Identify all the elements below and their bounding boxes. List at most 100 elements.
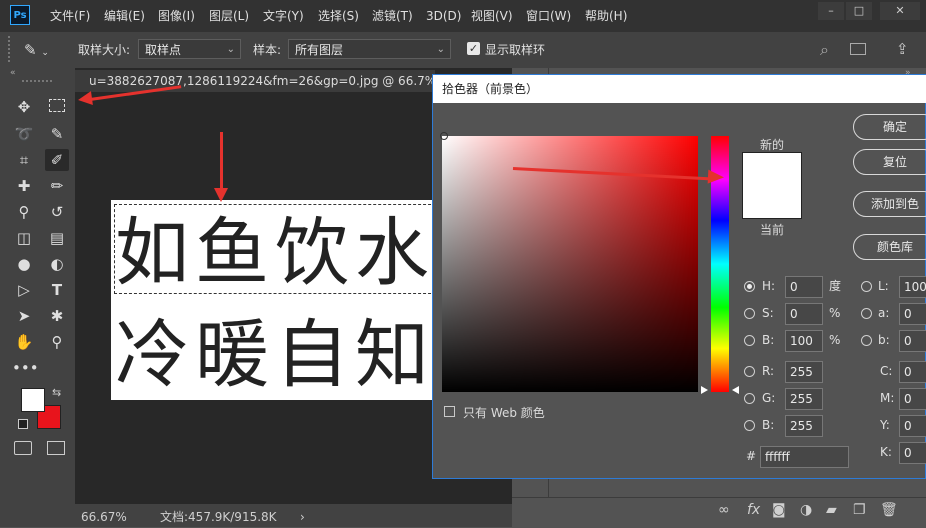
magenta-input[interactable]: 0 bbox=[899, 388, 926, 410]
sample-size-label: 取样大小: bbox=[78, 43, 131, 57]
more-tools-icon[interactable]: ••• bbox=[12, 357, 39, 379]
red-radio[interactable] bbox=[744, 366, 755, 377]
menu-item[interactable]: 视图(V) bbox=[471, 0, 513, 32]
lab-l-radio[interactable] bbox=[861, 281, 872, 292]
workspace-icon[interactable] bbox=[850, 43, 866, 55]
pen-tool-icon[interactable]: ▷ bbox=[12, 279, 36, 301]
brush-tool-icon[interactable]: ✏ bbox=[45, 175, 69, 197]
blue-input[interactable]: 255 bbox=[785, 415, 823, 437]
menu-item[interactable]: 滤镜(T) bbox=[372, 0, 413, 32]
eyedropper-preset-icon[interactable]: ✎ ⌄ bbox=[24, 39, 60, 61]
status-menu-arrow-icon[interactable]: › bbox=[300, 507, 305, 527]
lab-b-radio[interactable] bbox=[861, 335, 872, 346]
saturation-input[interactable]: 0 bbox=[785, 303, 823, 325]
delete-layer-icon[interactable]: 🗑 bbox=[880, 502, 898, 518]
zoom-level[interactable]: 66.67% bbox=[81, 507, 127, 527]
dodge-tool-icon[interactable]: ◐ bbox=[45, 253, 69, 275]
foreground-color-swatch[interactable] bbox=[21, 388, 45, 412]
yellow-input[interactable]: 0 bbox=[899, 415, 926, 437]
lab-b-label: b: bbox=[878, 333, 890, 347]
menu-item[interactable]: 3D(D) bbox=[426, 0, 461, 32]
maximize-button[interactable]: □ bbox=[846, 2, 872, 20]
hex-input[interactable]: ffffff bbox=[760, 446, 849, 468]
layer-mask-icon[interactable]: ◙ bbox=[772, 502, 786, 518]
menu-item[interactable]: 文件(F) bbox=[50, 0, 90, 32]
menu-item[interactable]: 窗口(W) bbox=[526, 0, 571, 32]
brightness-radio[interactable] bbox=[744, 335, 755, 346]
options-grip[interactable] bbox=[8, 36, 13, 62]
crop-tool-icon[interactable]: ⌗ bbox=[12, 149, 36, 171]
close-button[interactable]: ✕ bbox=[880, 2, 920, 20]
swap-colors-icon[interactable]: ⇆ bbox=[52, 386, 61, 399]
new-group-icon[interactable]: ▰ bbox=[826, 502, 837, 518]
menu-item[interactable]: 帮助(H) bbox=[585, 0, 627, 32]
clone-stamp-tool-icon[interactable]: ⚲ bbox=[12, 201, 36, 223]
path-selection-tool-icon[interactable]: ➤ bbox=[12, 305, 36, 327]
lab-l-input[interactable]: 100 bbox=[899, 276, 926, 298]
add-to-swatches-button[interactable]: 添加到色 bbox=[853, 191, 926, 217]
new-layer-icon[interactable]: ❐ bbox=[853, 502, 866, 518]
default-colors-icon[interactable] bbox=[18, 419, 28, 429]
hue-radio[interactable] bbox=[744, 281, 755, 292]
menu-item[interactable]: 文字(Y) bbox=[263, 0, 304, 32]
hue-slider-right-handle[interactable] bbox=[732, 386, 739, 394]
color-libraries-button[interactable]: 颜色库 bbox=[853, 234, 926, 260]
healing-brush-tool-icon[interactable]: ✚ bbox=[12, 175, 36, 197]
sample-size-select[interactable]: 取样点 ⌄ bbox=[138, 39, 241, 59]
lab-a-input[interactable]: 0 bbox=[899, 303, 926, 325]
menu-item[interactable]: 选择(S) bbox=[318, 0, 359, 32]
link-layers-icon[interactable]: ∞ bbox=[718, 502, 730, 518]
ok-button[interactable]: 确定 bbox=[853, 114, 926, 140]
blur-tool-icon[interactable]: ● bbox=[12, 253, 36, 275]
brightness-input[interactable]: 100 bbox=[785, 330, 823, 352]
minimize-button[interactable]: – bbox=[818, 2, 844, 20]
web-colors-checkbox[interactable] bbox=[444, 406, 455, 417]
eyedropper-tool-icon[interactable]: ✐ bbox=[45, 149, 69, 171]
eraser-tool-icon[interactable]: ◫ bbox=[12, 227, 36, 249]
menu-item[interactable]: 图层(L) bbox=[209, 0, 249, 32]
brightness-unit: % bbox=[829, 333, 841, 347]
canvas[interactable]: 如鱼饮水 冷暖自知 bbox=[111, 200, 434, 400]
reset-button[interactable]: 复位 bbox=[853, 149, 926, 175]
history-brush-tool-icon[interactable]: ↺ bbox=[45, 201, 69, 223]
hand-tool-icon[interactable]: ✋ bbox=[12, 331, 36, 353]
marquee-tool-icon[interactable] bbox=[45, 96, 69, 118]
toolbar-grip[interactable] bbox=[22, 80, 52, 82]
color-field-cursor[interactable] bbox=[440, 132, 448, 140]
red-input[interactable]: 255 bbox=[785, 361, 823, 383]
menu-item[interactable]: 图像(I) bbox=[158, 0, 195, 32]
custom-shape-tool-icon[interactable]: ✱ bbox=[45, 305, 69, 327]
black-input[interactable]: 0 bbox=[899, 442, 926, 464]
zoom-tool-icon[interactable]: ⚲ bbox=[45, 331, 69, 353]
green-radio[interactable] bbox=[744, 393, 755, 404]
layer-style-fx-icon[interactable]: fx bbox=[747, 502, 760, 518]
magenta-label: M: bbox=[880, 391, 895, 405]
blue-radio[interactable] bbox=[744, 420, 755, 431]
sample-select[interactable]: 所有图层 ⌄ bbox=[288, 39, 451, 59]
gradient-tool-icon[interactable]: ▤ bbox=[45, 227, 69, 249]
saturation-radio[interactable] bbox=[744, 308, 755, 319]
sample-size-value: 取样点 bbox=[145, 43, 182, 57]
lasso-tool-icon[interactable]: ➰ bbox=[12, 123, 36, 145]
show-ring-checkbox[interactable]: ✓ bbox=[467, 42, 480, 55]
quick-mask-icon[interactable] bbox=[14, 441, 32, 455]
lab-b-input[interactable]: 0 bbox=[899, 330, 926, 352]
lab-a-radio[interactable] bbox=[861, 308, 872, 319]
hue-input[interactable]: 0 bbox=[785, 276, 823, 298]
cyan-input[interactable]: 0 bbox=[899, 361, 926, 383]
green-input[interactable]: 255 bbox=[785, 388, 823, 410]
black-label: K: bbox=[880, 445, 892, 459]
document-tab[interactable]: u=3882627087,1286119224&fm=26&gp=0.jpg @… bbox=[75, 70, 435, 92]
annotation-arrow-head bbox=[214, 188, 228, 202]
type-tool-icon[interactable]: T bbox=[45, 279, 69, 301]
share-icon[interactable]: ⇪ bbox=[896, 40, 909, 58]
move-tool-icon[interactable]: ✥ bbox=[12, 96, 36, 118]
collapse-toolbar-icon[interactable]: « bbox=[10, 68, 16, 78]
search-icon[interactable]: ⌕ bbox=[820, 40, 829, 60]
hue-slider-left-handle[interactable] bbox=[701, 386, 708, 394]
screen-mode-icon[interactable] bbox=[47, 441, 65, 455]
adjustment-layer-icon[interactable]: ◑ bbox=[800, 502, 812, 518]
quick-selection-tool-icon[interactable]: ✎ bbox=[45, 123, 69, 145]
menu-item[interactable]: 编辑(E) bbox=[104, 0, 145, 32]
chevron-down-icon: ⌄ bbox=[436, 44, 445, 55]
